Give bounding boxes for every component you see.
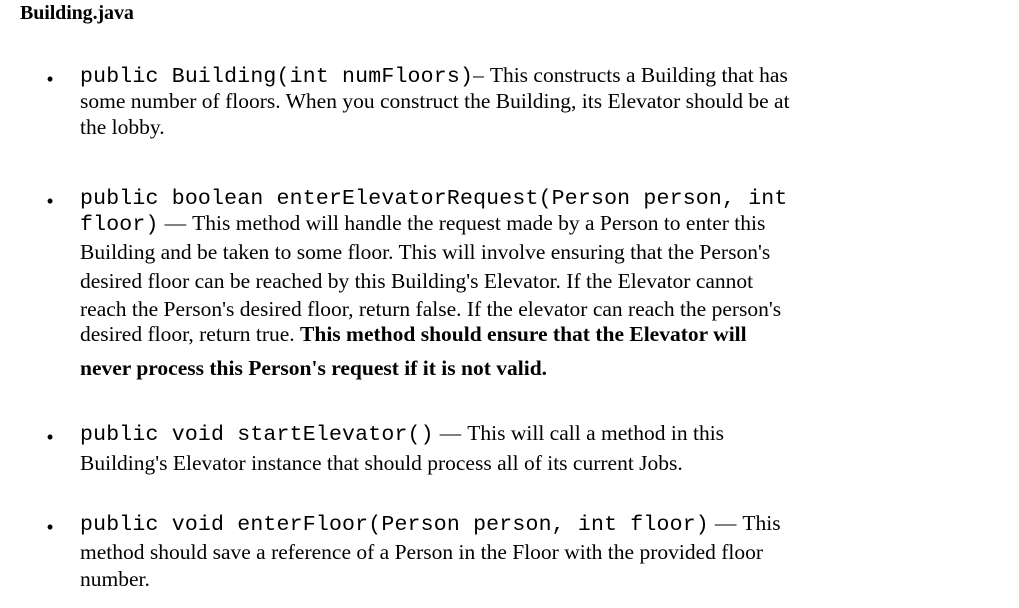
document-page: Building.java • public Building(int numF… <box>0 0 1019 608</box>
dash-separator: — <box>439 421 462 445</box>
description-line: some number of floors. When you construc… <box>80 89 790 113</box>
code-signature: floor) <box>80 213 159 237</box>
emphasis-line: never process this Person's request if i… <box>80 356 548 380</box>
method-signature-line: floor) — This method will handle the reque… <box>80 211 766 237</box>
description-text: This constructs a Building that has <box>489 63 788 87</box>
description-line: method should save a reference of a Pers… <box>80 540 764 564</box>
dash-separator: — <box>714 511 737 535</box>
code-signature: public void startElevator() <box>80 423 434 447</box>
emphasis-text: This method should ensure that the Eleva… <box>300 322 747 346</box>
description-text: This will call a method in this <box>467 421 725 445</box>
bullet-icon: • <box>46 189 54 213</box>
bullet-icon: • <box>46 425 54 449</box>
page-title: Building.java <box>20 2 134 24</box>
description-line: Building and be taken to some floor. Thi… <box>80 240 771 264</box>
bullet-icon: • <box>46 515 54 539</box>
description-line: desired floor can be reached by this Bui… <box>80 269 754 293</box>
bullet-icon: • <box>46 67 54 91</box>
method-signature-line: public void startElevator() — This will ca… <box>80 421 725 447</box>
code-signature: public boolean enterElevatorRequest(Pers… <box>80 187 788 211</box>
method-signature-line: public boolean enterElevatorRequest(Pers… <box>80 187 788 211</box>
description-line: desired floor, return true. This method … <box>80 322 747 346</box>
description-text: This method will handle the request made… <box>192 211 766 235</box>
dash-separator: — <box>164 211 187 235</box>
method-signature-line: public Building(int numFloors)– This cons… <box>80 63 788 89</box>
description-line: number. <box>80 567 150 591</box>
code-signature: public void enterFloor(Person person, in… <box>80 513 709 537</box>
description-line: the lobby. <box>80 115 165 139</box>
description-line: reach the Person's desired floor, return… <box>80 297 782 321</box>
method-signature-line: public void enterFloor(Person person, in… <box>80 511 781 537</box>
description-text: This <box>742 511 781 535</box>
dash-separator: – <box>473 63 484 87</box>
description-line: Building's Elevator instance that should… <box>80 451 683 475</box>
code-signature: public Building(int numFloors) <box>80 65 474 89</box>
description-text: desired floor, return true. <box>80 322 301 346</box>
